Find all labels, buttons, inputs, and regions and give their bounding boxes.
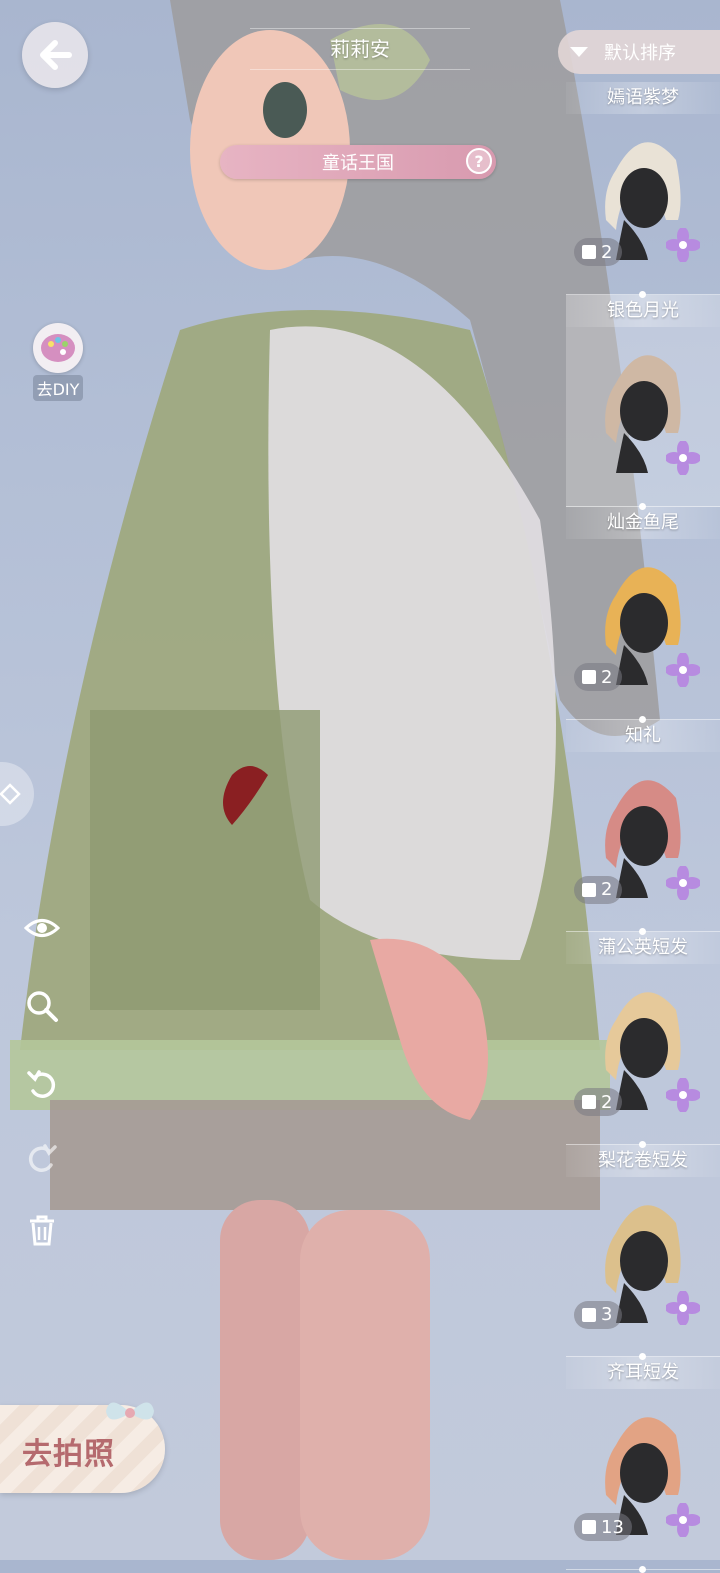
flower-rarity-icon (666, 865, 700, 900)
palette-icon (33, 323, 83, 373)
wardrobe-icon (582, 1520, 596, 1534)
hair-item-name: 灿金鱼尾 (566, 507, 720, 539)
undo-icon (27, 1070, 56, 1098)
owned-count: 13 (601, 1516, 624, 1538)
owned-count-badge: 2 (574, 875, 622, 904)
owned-count: 2 (601, 1091, 613, 1113)
owned-count-badge: 13 (574, 1513, 632, 1541)
owned-count-badge: 2 (574, 1088, 622, 1116)
back-button[interactable] (22, 22, 88, 88)
hair-item-name: 齐耳短发 (566, 1357, 720, 1389)
flower-rarity-icon (666, 1503, 700, 1537)
flower-rarity-icon (666, 228, 700, 262)
back-arrow-icon (40, 40, 72, 70)
help-icon[interactable]: ? (466, 148, 492, 174)
chevron-diamond-icon (0, 783, 21, 805)
diy-button[interactable]: 去DIY (26, 323, 90, 401)
visibility-toggle[interactable] (22, 908, 62, 948)
flower-rarity-icon (666, 1290, 700, 1325)
redo-button[interactable] (22, 1138, 62, 1178)
hair-list: 嫣语紫梦 2 银色月光灿金鱼尾 2 知礼 2 蒲公英短发 2 梨花卷短发 3 齐耳短发 13 (566, 82, 720, 1573)
divider-dot (639, 1565, 646, 1573)
owned-count-badge: 2 (574, 238, 622, 266)
hair-item-name: 知礼 (566, 719, 720, 752)
wardrobe-icon (582, 1095, 596, 1109)
owned-count: 2 (601, 241, 613, 263)
hair-item[interactable]: 灿金鱼尾 2 (566, 507, 720, 723)
owned-count-badge: 2 (574, 663, 622, 691)
zoom-button[interactable] (22, 986, 62, 1026)
hair-item[interactable]: 银色月光 (566, 294, 720, 510)
dropdown-triangle-icon (570, 47, 588, 57)
hair-item[interactable]: 齐耳短发 13 (566, 1357, 720, 1573)
owned-count-badge: 3 (574, 1300, 622, 1329)
flower-rarity-icon (666, 1078, 700, 1112)
hair-item-name: 蒲公英短发 (566, 932, 720, 964)
theme-tag[interactable]: 童话王国 ? (220, 145, 496, 179)
delete-button[interactable] (22, 1210, 62, 1250)
undo-button[interactable] (22, 1064, 62, 1104)
divider (566, 1565, 720, 1573)
owned-count: 2 (601, 879, 613, 900)
flower-rarity-icon (666, 653, 700, 687)
sort-label: 默认排序 (604, 43, 676, 64)
wardrobe-icon (582, 245, 596, 259)
sort-dropdown[interactable]: 默认排序 (558, 30, 720, 74)
wardrobe-icon (582, 882, 596, 897)
page-title: 莉莉安 (250, 28, 470, 70)
bow-icon (106, 1402, 154, 1420)
hair-item-name: 嫣语紫梦 (566, 82, 720, 114)
redo-icon (28, 1144, 57, 1172)
hair-item[interactable]: 知礼 2 (566, 719, 720, 935)
take-photo-label: 去拍照 (22, 1437, 115, 1472)
wardrobe-icon (582, 670, 596, 684)
flower-rarity-icon (666, 440, 700, 475)
magnifier-icon (27, 991, 58, 1022)
eye-icon (24, 919, 60, 937)
take-photo-button[interactable]: 去拍照 (0, 1402, 165, 1493)
owned-count: 3 (601, 1304, 613, 1325)
hair-item-name: 银色月光 (566, 294, 720, 327)
trash-icon (30, 1215, 54, 1246)
hair-item-name: 梨花卷短发 (566, 1144, 720, 1177)
theme-label: 童话王国 (322, 153, 394, 174)
wardrobe-icon (582, 1307, 596, 1322)
diy-label: 去DIY (32, 375, 84, 401)
owned-count: 2 (601, 666, 613, 688)
hair-item[interactable]: 嫣语紫梦 2 (566, 82, 720, 298)
hair-item[interactable]: 蒲公英短发 2 (566, 932, 720, 1148)
hair-item[interactable]: 梨花卷短发 3 (566, 1144, 720, 1360)
